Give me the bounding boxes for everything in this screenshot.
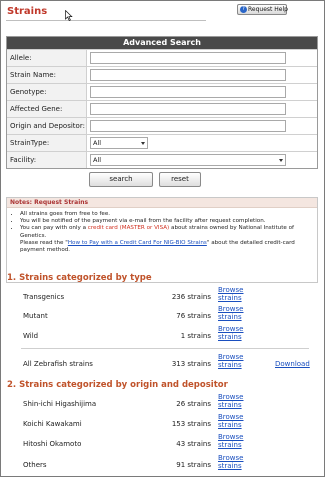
browse-strains-link[interactable]: Browse strains xyxy=(218,286,252,302)
note-item: You will be notified of the payment via … xyxy=(20,218,313,225)
allele-label: Allele: xyxy=(7,50,87,66)
note-item: All strains goes from free to fee. xyxy=(20,211,313,218)
browse-strains-link[interactable]: Browse strains xyxy=(218,325,252,341)
facility-selected: All xyxy=(93,156,102,164)
strain-type-label: StrainType: xyxy=(7,135,87,151)
type-count-mutant: 76 strains xyxy=(176,312,211,320)
strain-name-row: Strain Name: xyxy=(7,66,317,83)
all-zebrafish-count: 313 strains xyxy=(171,360,211,368)
how-to-pay-link[interactable]: How to Pay with a Credit Card For NIG-BI… xyxy=(68,240,207,246)
help-icon: ? xyxy=(240,6,247,13)
section-divider xyxy=(21,348,309,349)
strain-type-selected: All xyxy=(93,139,102,147)
browse-strains-link[interactable]: Browse strains xyxy=(218,413,252,429)
browse-strains-link[interactable]: Browse strains xyxy=(218,454,252,470)
origin-depositor-input[interactable] xyxy=(90,120,286,132)
request-help-label: Request Help xyxy=(248,6,288,13)
origin-count-others: 91 strains xyxy=(176,461,211,469)
affected-gene-label: Affected Gene: xyxy=(7,101,87,117)
strain-name-label: Strain Name: xyxy=(7,67,87,83)
title-divider xyxy=(6,20,206,21)
strain-name-input[interactable] xyxy=(90,69,286,81)
facility-select[interactable]: All xyxy=(90,154,286,166)
section-title-by-type: 1. Strains categorized by type xyxy=(7,273,152,283)
origin-count-kawakami: 153 strains xyxy=(171,420,211,428)
type-name-wild: Wild xyxy=(23,332,39,340)
browse-strains-link[interactable]: Browse strains xyxy=(218,433,252,449)
section-title-by-origin: 2. Strains categorized by origin and dep… xyxy=(7,380,228,390)
facility-row: Facility: All xyxy=(7,151,317,168)
origin-name-okamoto: Hitoshi Okamoto xyxy=(23,440,82,448)
download-link[interactable]: Download xyxy=(275,360,310,368)
search-button[interactable]: search xyxy=(89,172,153,187)
facility-label: Facility: xyxy=(7,152,87,168)
page-frame: Strains ? Request Help Advanced Search Al… xyxy=(0,0,325,477)
reset-button[interactable]: reset xyxy=(159,172,201,187)
affected-gene-row: Affected Gene: xyxy=(7,100,317,117)
genotype-input[interactable] xyxy=(90,86,286,98)
origin-count-okamoto: 43 strains xyxy=(176,440,211,448)
affected-gene-input[interactable] xyxy=(90,103,286,115)
origin-name-others: Others xyxy=(23,461,47,469)
type-count-transgenics: 236 strains xyxy=(171,293,211,301)
advanced-search-panel: Advanced Search Allele: Strain Name: Gen… xyxy=(6,36,318,169)
chevron-down-icon xyxy=(279,159,283,162)
note-pay-prefix: You can pay with only a xyxy=(20,225,86,232)
origin-count-higashijima: 26 strains xyxy=(176,400,211,408)
notes-title: Notes: Request Strains xyxy=(7,198,317,208)
credit-card-text: credit card (MASTER or VISA) xyxy=(87,225,170,232)
mouse-cursor-icon xyxy=(65,10,73,21)
note-read-line: Please read the "How to Pay with a Credi… xyxy=(11,240,313,254)
page-title: Strains xyxy=(7,6,48,17)
browse-strains-link[interactable]: Browse strains xyxy=(218,393,252,409)
type-count-wild: 1 strains xyxy=(180,332,211,340)
chevron-down-icon xyxy=(141,142,145,145)
genotype-label: Genotype: xyxy=(7,84,87,100)
advanced-search-header: Advanced Search xyxy=(7,37,317,49)
allele-input[interactable] xyxy=(90,52,286,64)
strain-type-row: StrainType: All xyxy=(7,134,317,151)
type-name-mutant: Mutant xyxy=(23,312,48,320)
browse-strains-link[interactable]: Browse strains xyxy=(218,353,252,369)
request-help-button[interactable]: ? Request Help xyxy=(237,4,288,15)
origin-name-kawakami: Koichi Kawakami xyxy=(23,420,82,428)
note-read-prefix: Please read the " xyxy=(20,239,68,246)
all-zebrafish-name: All Zebrafish strains xyxy=(23,360,93,368)
origin-depositor-label: Origin and Depositor: xyxy=(7,118,87,134)
type-name-transgenics: Transgenics xyxy=(23,293,65,301)
browse-strains-link[interactable]: Browse strains xyxy=(218,305,252,321)
allele-row: Allele: xyxy=(7,49,317,66)
notes-panel: Notes: Request Strains All strains goes … xyxy=(6,197,318,283)
genotype-row: Genotype: xyxy=(7,83,317,100)
notes-body: All strains goes from free to fee. You w… xyxy=(7,208,317,254)
origin-depositor-row: Origin and Depositor: xyxy=(7,117,317,134)
note-item: You can pay with only a credit card (MAS… xyxy=(20,225,313,239)
origin-name-higashijima: Shin-ichi Higashijima xyxy=(23,400,97,408)
strain-type-select[interactable]: All xyxy=(90,137,148,149)
